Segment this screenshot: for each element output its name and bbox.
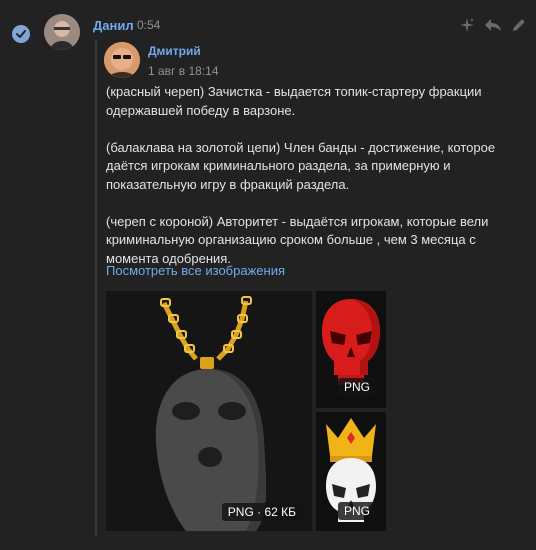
attachment-format-badge: PNG [338,378,377,396]
avatar[interactable] [44,14,80,50]
forward-line [95,40,97,535]
message: Данил 0:54 Дмитрий 1 авг в 18:14 (красны… [0,0,536,550]
reply-icon[interactable] [484,16,502,34]
message-text: (красный череп) Зачистка - выдается топи… [106,83,506,268]
paragraph-balaclava: (балаклава на золотой цепи) Член банды -… [106,139,496,192]
paragraph-crown-skull: (череп с короной) Авторитет - выдаётся и… [106,213,489,266]
author-name[interactable]: Данил [93,18,134,33]
view-all-images-link[interactable]: Посмотреть все изображения [106,263,285,278]
sparkle-icon[interactable] [458,16,476,34]
message-time[interactable]: 0:54 [137,18,160,32]
check-icon[interactable] [12,25,30,43]
forwarded-date[interactable]: 1 авг в 18:14 [148,64,219,78]
paragraph-red-skull: (красный череп) Зачистка - выдается топи… [106,84,482,118]
attachment-size-badge: PNG · 62 КБ [221,503,302,521]
attachment-crown-skull-image[interactable]: PNG [316,412,386,531]
balaclava-chain-icon [155,296,267,531]
attachment-balaclava-image[interactable]: PNG · 62 КБ [106,291,312,531]
message-actions [458,16,528,34]
forwarded-author[interactable]: Дмитрий [148,44,201,58]
edit-icon[interactable] [510,16,528,34]
attachment-format-badge: PNG [338,502,377,520]
forwarded-avatar[interactable] [104,42,140,78]
attachment-red-skull-image[interactable]: PNG [316,291,386,408]
